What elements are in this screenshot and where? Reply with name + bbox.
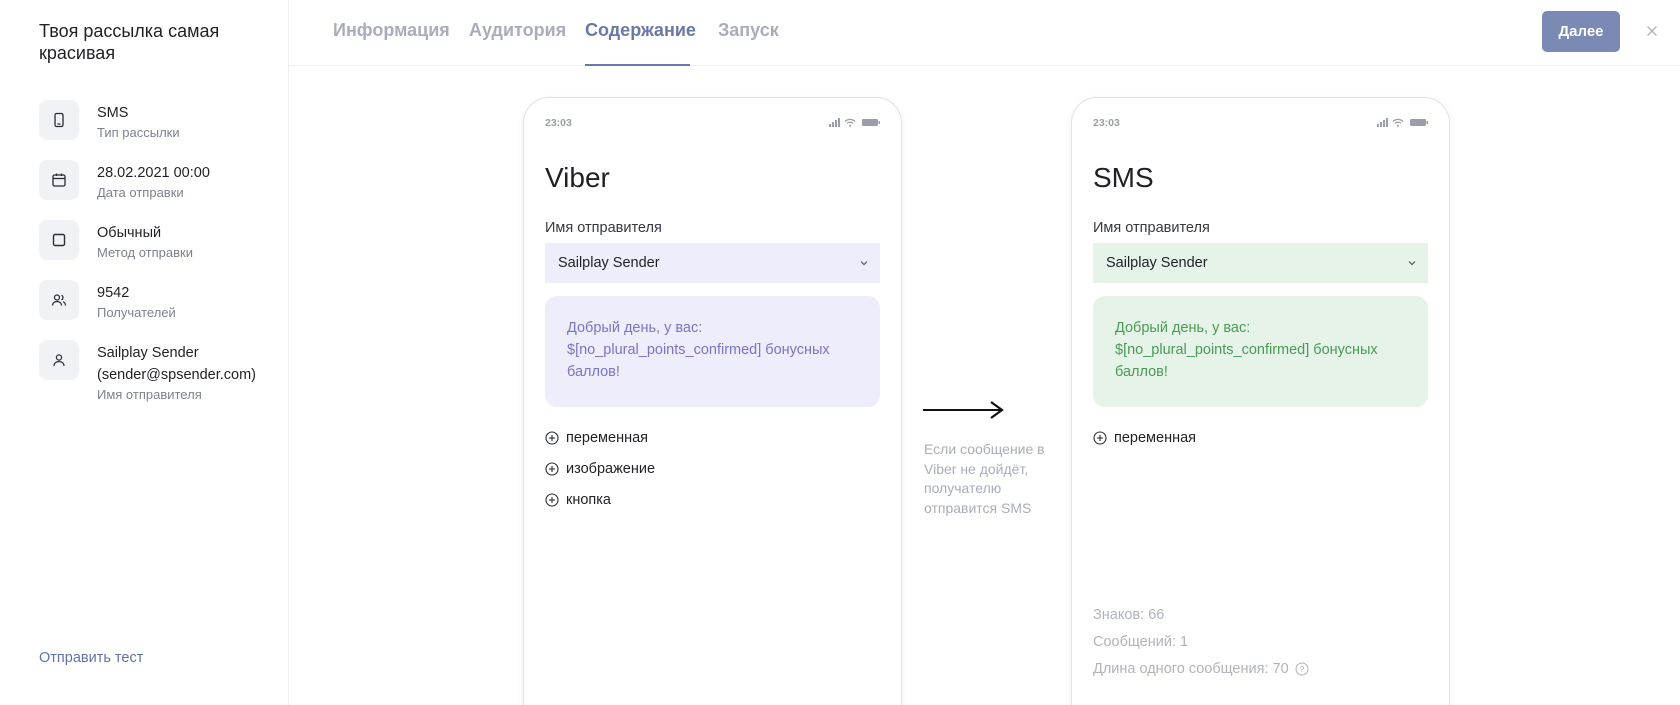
info-value: 9542 <box>97 285 130 301</box>
add-item-label: изображение <box>566 461 656 477</box>
info-value: Sailplay Sender (sender@spsender.com) <box>97 345 256 383</box>
chevron-down-icon <box>860 261 868 266</box>
add-variable-button[interactable]: переменная <box>1093 430 1196 446</box>
campaign-title: Твоя рассылка самая красивая <box>39 21 220 63</box>
tab-launch[interactable]: Запуск <box>718 20 779 41</box>
add-item-label: переменная <box>566 430 649 446</box>
svg-text:?: ? <box>1299 664 1304 674</box>
add-item-label: переменная <box>1114 430 1197 446</box>
tab-content[interactable]: Содержание <box>585 20 696 41</box>
info-label: Дата отправки <box>97 185 184 200</box>
active-tab-indicator <box>585 64 690 66</box>
sidebar: Твоя рассылка самая красивая SMS Тип рас… <box>0 0 289 705</box>
sms-phone-preview: 23:03 SMS Имя отправителя Sailplay Sende… <box>1071 97 1450 705</box>
phone-time: 23:03 <box>545 117 572 129</box>
chevron-down-icon <box>1408 261 1416 266</box>
plus-circle-icon <box>1093 431 1107 445</box>
send-test-link[interactable]: Отправить тест <box>39 650 143 666</box>
users-icon <box>39 280 79 320</box>
square-icon <box>39 220 79 260</box>
message-text-box[interactable]: Добрый день, у вас: $[no_plural_points_c… <box>545 296 880 407</box>
viber-phone-preview: 23:03 Viber Имя отправителя Sailplay Sen… <box>523 97 902 705</box>
message-length-row: Длина одного сообщения: 70 ? <box>1093 661 1309 677</box>
arrow-right-icon <box>923 401 1004 419</box>
channel-title: Viber <box>545 162 610 193</box>
tab-audience[interactable]: Аудитория <box>469 20 566 41</box>
status-bar-icon <box>829 118 880 127</box>
fallback-note: Если сообщение в Viber не дойдёт, получа… <box>924 441 1045 516</box>
info-label: Тип рассылки <box>97 125 180 140</box>
info-value: 28.02.2021 00:00 <box>97 165 210 181</box>
info-label: Получателей <box>97 305 176 320</box>
close-icon[interactable] <box>1640 19 1664 43</box>
plus-circle-icon <box>545 493 559 507</box>
user-icon <box>39 340 79 380</box>
info-label: Метод отправки <box>97 245 193 260</box>
sender-name-select[interactable]: Sailplay Sender <box>1093 243 1428 283</box>
info-value: Обычный <box>97 225 162 241</box>
sender-name-select[interactable]: Sailplay Sender <box>545 243 880 283</box>
tab-info[interactable]: Информация <box>333 20 450 41</box>
sender-name-label: Имя отправителя <box>1093 220 1210 236</box>
message-length: Длина одного сообщения: 70 <box>1093 661 1289 677</box>
message-count: Сообщений: 1 <box>1093 634 1189 650</box>
add-button-button[interactable]: кнопка <box>545 492 611 508</box>
sender-name-value: Sailplay Sender <box>1106 255 1208 271</box>
char-count: Знаков: 66 <box>1093 607 1165 623</box>
add-variable-button[interactable]: переменная <box>545 430 648 446</box>
phone-time: 23:03 <box>1093 117 1120 129</box>
sender-name-value: Sailplay Sender <box>558 255 660 271</box>
plus-circle-icon <box>545 431 559 445</box>
sender-name-label: Имя отправителя <box>545 220 662 236</box>
status-bar-icon <box>1377 118 1428 127</box>
next-button[interactable]: Далее <box>1542 11 1620 52</box>
info-label: Имя отправителя <box>97 387 202 402</box>
add-image-button[interactable]: изображение <box>545 461 655 477</box>
plus-circle-icon <box>545 462 559 476</box>
phone-icon <box>39 100 79 140</box>
message-text-box[interactable]: Добрый день, у вас: $[no_plural_points_c… <box>1093 296 1428 407</box>
add-item-label: кнопка <box>566 492 611 508</box>
calendar-icon <box>39 160 79 200</box>
help-icon[interactable]: ? <box>1295 662 1309 676</box>
top-nav: Информация Аудитория Содержание Запуск Д… <box>290 0 1680 66</box>
channel-title: SMS <box>1093 162 1154 193</box>
info-value: SMS <box>97 105 129 121</box>
